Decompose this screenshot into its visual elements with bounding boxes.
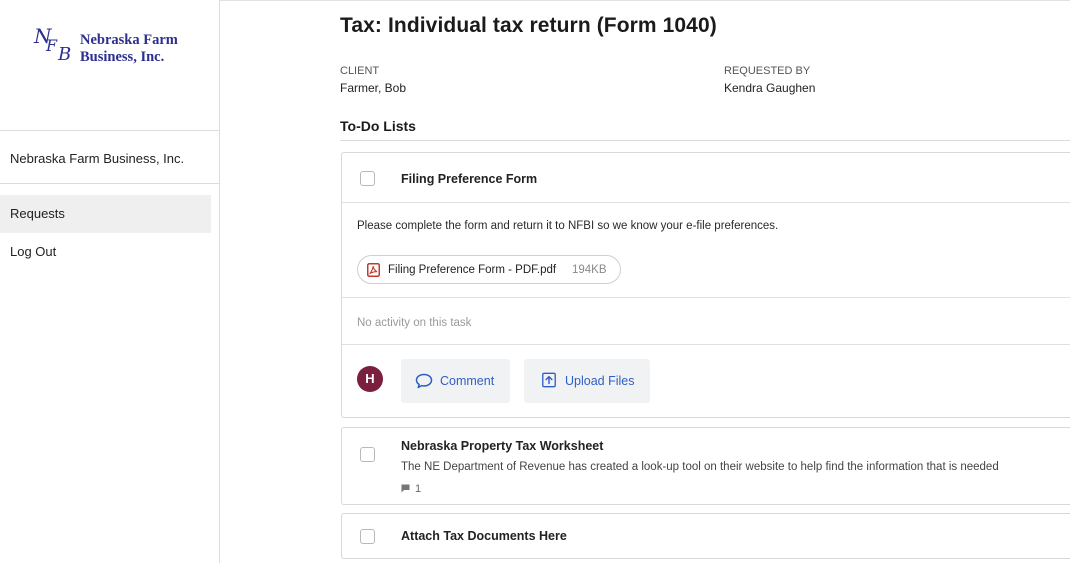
requested-by-value: Kendra Gaughen bbox=[724, 81, 816, 95]
comment-count: 1 bbox=[401, 483, 421, 495]
card-divider bbox=[342, 202, 1070, 203]
upload-icon bbox=[542, 372, 556, 388]
task-description: Please complete the form and return it t… bbox=[357, 220, 779, 232]
logo-text: Nebraska Farm Business, Inc. bbox=[80, 32, 178, 65]
task-subtitle: The NE Department of Revenue has created… bbox=[401, 461, 999, 473]
comment-button-label: Comment bbox=[440, 374, 495, 388]
task-checkbox[interactable] bbox=[360, 171, 375, 186]
upload-files-button[interactable]: Upload Files bbox=[524, 359, 650, 403]
attachment-size: 194KB bbox=[572, 264, 607, 276]
card-divider bbox=[342, 297, 1070, 298]
attachment-chip[interactable]: Filing Preference Form - PDF.pdf 194KB bbox=[357, 255, 621, 284]
requested-by-label: REQUESTED BY bbox=[724, 65, 811, 77]
page-title: Tax: Individual tax return (Form 1040) bbox=[340, 14, 717, 37]
task-title[interactable]: Filing Preference Form bbox=[401, 172, 537, 186]
attachment-name: Filing Preference Form - PDF.pdf bbox=[388, 264, 557, 276]
task-checkbox[interactable] bbox=[360, 529, 375, 544]
sidebar-org-name: Nebraska Farm Business, Inc. bbox=[10, 151, 185, 166]
comment-bubble-icon bbox=[415, 373, 433, 389]
card-divider bbox=[342, 344, 1070, 345]
upload-files-button-label: Upload Files bbox=[565, 374, 635, 388]
sidebar-divider bbox=[0, 130, 219, 131]
sidebar-divider bbox=[0, 183, 219, 184]
task-title[interactable]: Attach Tax Documents Here bbox=[401, 529, 567, 543]
todo-section-title: To-Do Lists bbox=[340, 118, 416, 134]
activity-empty-text: No activity on this task bbox=[357, 317, 472, 329]
task-title[interactable]: Nebraska Property Tax Worksheet bbox=[401, 439, 603, 453]
task-card-attach-tax-documents[interactable]: Attach Tax Documents Here bbox=[341, 513, 1070, 559]
task-checkbox[interactable] bbox=[360, 447, 375, 462]
sidebar-item-log-out[interactable]: Log Out bbox=[0, 233, 211, 271]
comment-count-icon bbox=[401, 484, 410, 493]
task-card-filing-preference: Filing Preference Form Please complete t… bbox=[341, 152, 1070, 418]
task-card-property-tax-worksheet[interactable]: Nebraska Property Tax Worksheet The NE D… bbox=[341, 427, 1070, 505]
client-label: CLIENT bbox=[340, 65, 380, 77]
sidebar-item-requests[interactable]: Requests bbox=[0, 195, 211, 233]
company-logo[interactable]: N F B Nebraska Farm Business, Inc. bbox=[30, 24, 200, 74]
pdf-file-icon bbox=[367, 263, 380, 277]
section-divider bbox=[340, 140, 1070, 141]
avatar: H bbox=[357, 366, 383, 392]
comment-button[interactable]: Comment bbox=[401, 359, 510, 403]
sidebar: N F B Nebraska Farm Business, Inc. Nebra… bbox=[0, 0, 220, 563]
client-value: Farmer, Bob bbox=[340, 81, 407, 95]
